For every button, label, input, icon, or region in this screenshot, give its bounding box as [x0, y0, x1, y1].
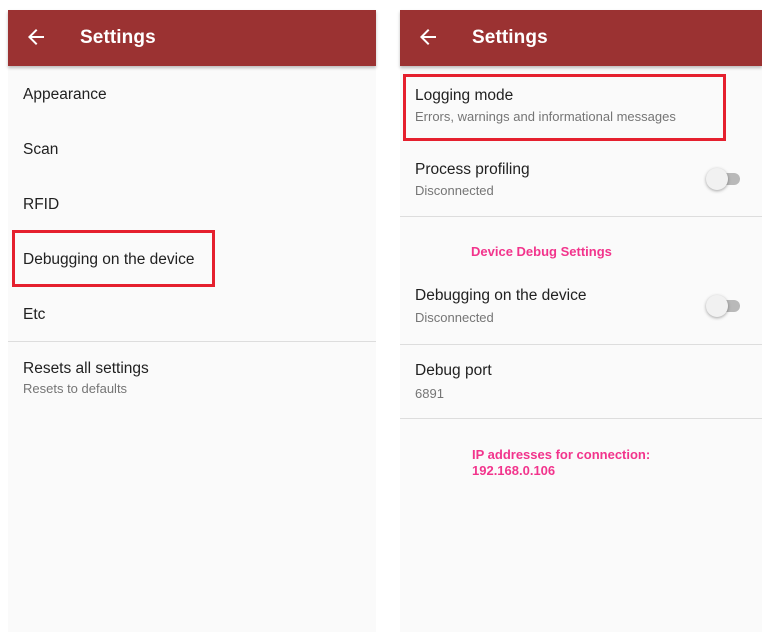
settings-item-summary: Resets to defaults — [23, 381, 128, 396]
profiling-toggle[interactable] — [706, 168, 744, 190]
settings-item-process-profiling[interactable]: Process profiling Disconnected — [400, 146, 762, 216]
highlight-box — [403, 74, 726, 141]
settings-item-label: RFID — [23, 196, 60, 213]
toggle-thumb — [706, 295, 728, 317]
ip-addresses-label: IP addresses for connection: — [472, 447, 651, 462]
app-bar: Settings — [400, 10, 762, 66]
highlight-box — [12, 230, 215, 287]
settings-item-summary: Disconnected — [415, 310, 494, 325]
toggle-thumb — [706, 168, 728, 190]
settings-screen-debug: Settings Logging mode Errors, warnings a… — [400, 10, 762, 632]
settings-item-label: Etc — [23, 306, 46, 323]
settings-item-label: Appearance — [23, 86, 107, 103]
page-title: Settings — [472, 27, 548, 48]
settings-item-debug-port[interactable]: Debug port 6891 — [400, 345, 762, 418]
settings-screen-main: Settings Appearance Scan RFID Debugging … — [8, 10, 376, 632]
settings-item-label: Process profiling — [415, 161, 530, 178]
settings-item-label: Resets all settings — [23, 360, 149, 377]
back-arrow-icon[interactable] — [416, 25, 440, 49]
settings-item-label: Debugging on the device — [415, 287, 587, 304]
settings-item-label: Debug port — [415, 362, 492, 379]
settings-item-etc[interactable]: Etc — [8, 286, 376, 341]
ip-address-value: 192.168.0.106 — [472, 463, 556, 478]
app-bar: Settings — [8, 10, 376, 66]
settings-item-summary: 6891 — [415, 386, 444, 401]
section-header: Device Debug Settings — [471, 244, 612, 259]
settings-item-rfid[interactable]: RFID — [8, 176, 376, 231]
divider — [400, 418, 762, 419]
settings-item-summary: Disconnected — [415, 183, 494, 198]
settings-item-scan[interactable]: Scan — [8, 121, 376, 176]
back-arrow-icon[interactable] — [24, 25, 48, 49]
settings-item-reset[interactable]: Resets all settings Resets to defaults — [8, 342, 376, 406]
settings-item-label: Scan — [23, 141, 59, 158]
settings-item-debugging[interactable]: Debugging on the device Disconnected — [400, 272, 762, 344]
page-title: Settings — [80, 27, 156, 48]
debugging-toggle[interactable] — [706, 295, 744, 317]
divider — [400, 216, 762, 217]
settings-item-appearance[interactable]: Appearance — [8, 66, 376, 121]
